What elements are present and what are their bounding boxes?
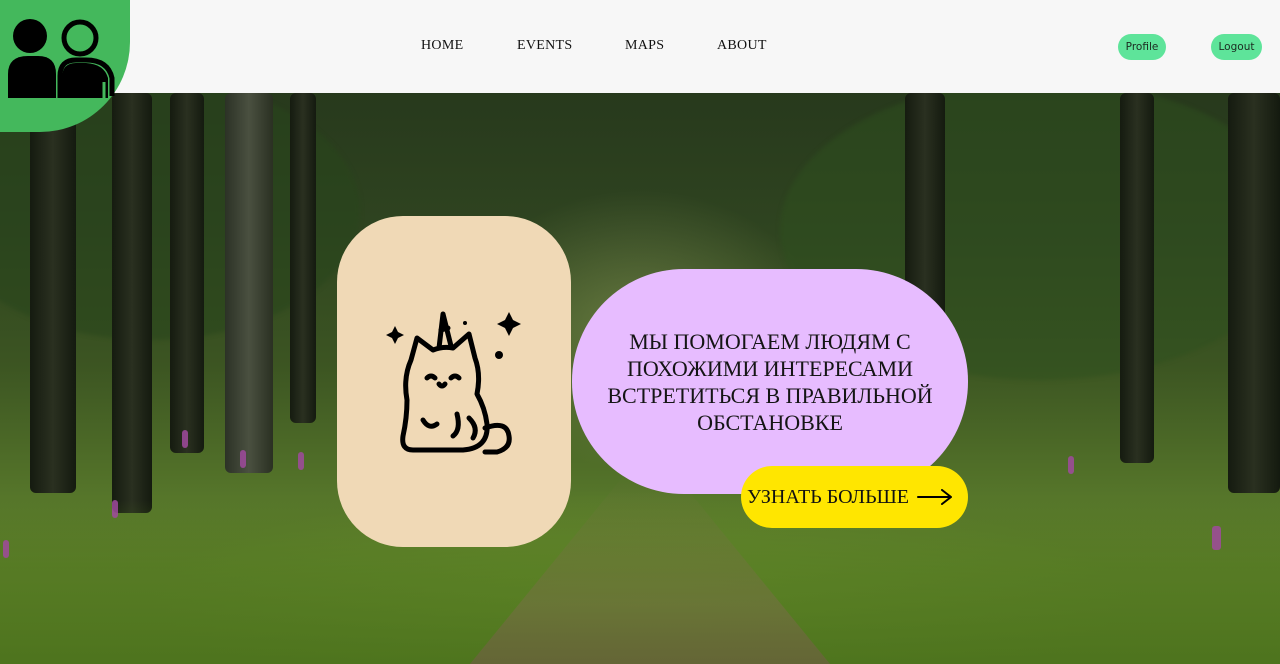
nav-home[interactable]: HOME: [421, 38, 463, 54]
tree-trunk: [170, 93, 204, 453]
profile-button[interactable]: Profile: [1118, 34, 1166, 60]
tree-trunk: [225, 93, 273, 473]
tree-trunk: [112, 93, 152, 513]
flower: [112, 500, 118, 518]
learn-more-button[interactable]: УЗНАТЬ БОЛЬШЕ: [741, 466, 968, 528]
arrow-right-icon: [916, 489, 952, 505]
flower: [240, 450, 246, 468]
tree-trunk: [290, 93, 316, 423]
tree-trunk: [30, 93, 76, 493]
flower: [1068, 456, 1074, 474]
header-bar: HOME EVENTS MAPS ABOUT Profile Logout: [0, 0, 1280, 93]
flower: [298, 452, 304, 470]
logout-button[interactable]: Logout: [1211, 34, 1262, 60]
nav-about[interactable]: ABOUT: [717, 38, 767, 54]
illustration-card: [337, 216, 571, 547]
tree-trunk: [1120, 93, 1154, 463]
learn-more-label: УЗНАТЬ БОЛЬШЕ: [747, 485, 909, 508]
nav-events[interactable]: EVENTS: [517, 38, 572, 54]
nav-maps[interactable]: MAPS: [625, 38, 664, 54]
flower: [1212, 526, 1221, 550]
flower: [182, 430, 188, 448]
mission-card: МЫ ПОМОГАЕМ ЛЮДЯМ С ПОХОЖИМИ ИНТЕРЕСАМИ …: [572, 269, 968, 494]
flower: [3, 540, 9, 558]
tree-trunk: [1228, 93, 1280, 493]
unicorn-cat-icon: [386, 311, 521, 455]
mission-text: МЫ ПОМОГАЕМ ЛЮДЯМ С ПОХОЖИМИ ИНТЕРЕСАМИ …: [607, 328, 933, 435]
people-icon: [8, 19, 115, 98]
